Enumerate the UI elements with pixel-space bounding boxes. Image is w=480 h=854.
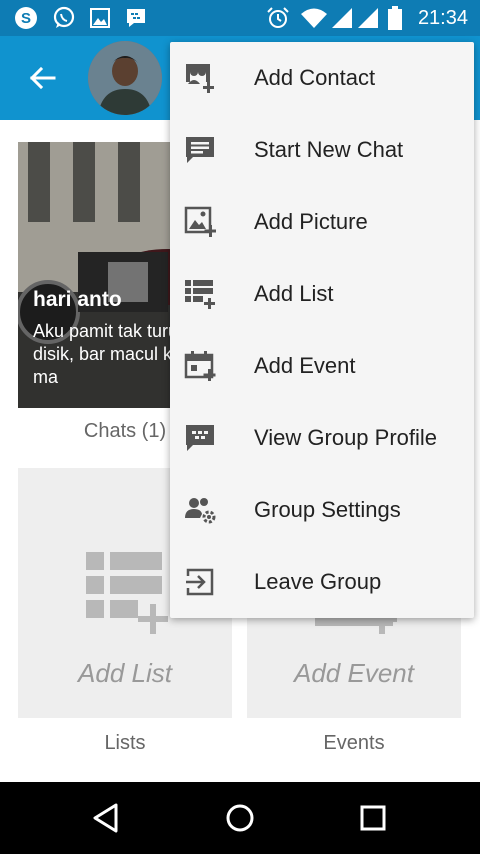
group-settings-icon: [185, 498, 216, 524]
overflow-menu: Add Contact Start New Chat Add Picture A…: [170, 42, 474, 618]
recents-square-icon[interactable]: [355, 800, 391, 836]
signal-icon: [332, 8, 352, 28]
add-event-icon: [184, 351, 216, 381]
alarm-icon: [267, 7, 289, 28]
menu-label-add-event: Add Event: [254, 353, 356, 378]
menu-label-start-new-chat: Start New Chat: [254, 137, 404, 162]
svg-text:S: S: [21, 10, 31, 27]
arrow-left-icon[interactable]: [22, 58, 62, 98]
leave-group-icon: [186, 568, 214, 596]
skype-icon: S: [15, 7, 37, 29]
add-contact-icon: [186, 64, 214, 93]
signal-icon: [358, 8, 378, 28]
menu-item-add-event[interactable]: Add Event: [170, 330, 474, 402]
back-triangle-icon[interactable]: [88, 800, 124, 836]
add-event-placeholder: Add Event: [294, 658, 414, 688]
menu-label-add-contact: Add Contact: [254, 65, 376, 90]
add-list-icon: [185, 280, 215, 309]
wifi-icon: [301, 8, 327, 28]
home-circle-icon[interactable]: [222, 800, 258, 836]
menu-label-view-group-profile: View Group Profile: [254, 425, 438, 450]
image-icon: [90, 8, 110, 28]
chat-bubble-icon: [186, 137, 214, 163]
system-nav-bar: [0, 782, 480, 854]
menu-label-leave-group: Leave Group: [254, 569, 382, 594]
menu-item-start-new-chat[interactable]: Start New Chat: [170, 114, 474, 186]
menu-item-add-picture[interactable]: Add Picture: [170, 186, 474, 258]
battery-icon: [388, 6, 402, 30]
menu-label-group-settings: Group Settings: [254, 497, 401, 522]
add-list-icon: [86, 552, 168, 634]
bbm-icon: [127, 9, 145, 27]
group-avatar[interactable]: [88, 41, 162, 115]
menu-item-view-group-profile[interactable]: View Group Profile: [170, 402, 474, 474]
menu-item-add-list[interactable]: Add List: [170, 258, 474, 330]
menu-item-leave-group[interactable]: Leave Group: [170, 546, 474, 618]
menu-item-add-contact[interactable]: Add Contact: [170, 42, 474, 114]
chat-sender-name: hari anto: [33, 288, 122, 311]
events-caption: Events: [323, 732, 385, 754]
menu-label-add-picture: Add Picture: [254, 209, 368, 234]
add-list-placeholder: Add List: [78, 658, 172, 688]
menu-item-group-settings[interactable]: Group Settings: [170, 474, 474, 546]
avatar-image: [88, 41, 162, 115]
group-profile-icon: [186, 425, 214, 451]
whatsapp-icon: [53, 6, 75, 28]
clock-time: 21:34: [417, 7, 468, 29]
menu-label-add-list: Add List: [254, 281, 334, 306]
add-picture-icon: [184, 206, 216, 237]
lists-caption: Lists: [104, 732, 146, 754]
status-bar: S 21:34: [0, 0, 480, 36]
